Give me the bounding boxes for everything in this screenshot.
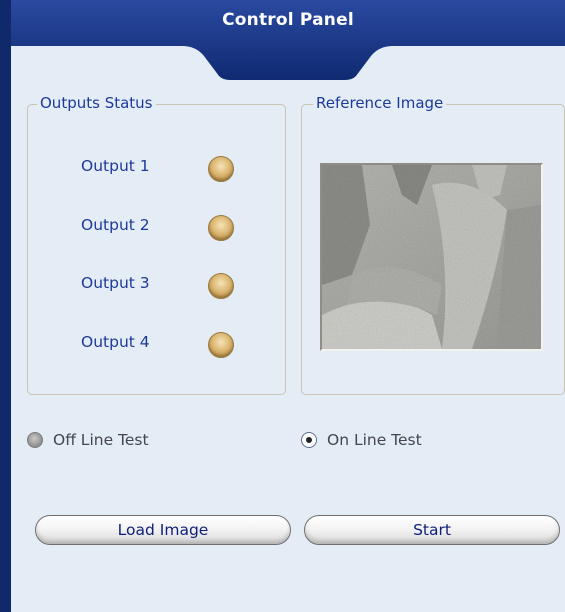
window-left-edge: [0, 0, 11, 612]
on-line-test-radio[interactable]: [301, 432, 317, 448]
output-3-led-indicator: [208, 273, 234, 299]
output-3-label: Output 3: [81, 274, 150, 292]
output-2-label: Output 2: [81, 216, 150, 234]
load-image-button[interactable]: Load Image: [35, 515, 291, 545]
output-1-label: Output 1: [81, 157, 150, 175]
off-line-test-label: Off Line Test: [53, 431, 149, 449]
on-line-test-option[interactable]: On Line Test: [301, 431, 422, 449]
panel-title: Control Panel: [222, 10, 354, 30]
start-button[interactable]: Start: [304, 515, 560, 545]
outputs-status-group: Outputs Status Output 1 Output 2 Output …: [27, 94, 286, 395]
control-panel: Control Panel Outputs Status Output 1 Ou…: [11, 0, 565, 612]
outputs-status-title: Outputs Status: [37, 94, 156, 112]
output-4-label: Output 4: [81, 333, 150, 351]
output-4-led-indicator: [208, 332, 234, 358]
reference-image: [320, 163, 543, 351]
reference-image-title: Reference Image: [313, 94, 447, 112]
off-line-test-radio[interactable]: [27, 432, 43, 448]
off-line-test-option[interactable]: Off Line Test: [27, 431, 149, 449]
output-1-led-indicator: [208, 156, 234, 182]
on-line-test-label: On Line Test: [327, 431, 422, 449]
output-2-led-indicator: [208, 215, 234, 241]
reference-image-picture: [322, 165, 541, 349]
panel-header: Control Panel: [11, 0, 565, 80]
